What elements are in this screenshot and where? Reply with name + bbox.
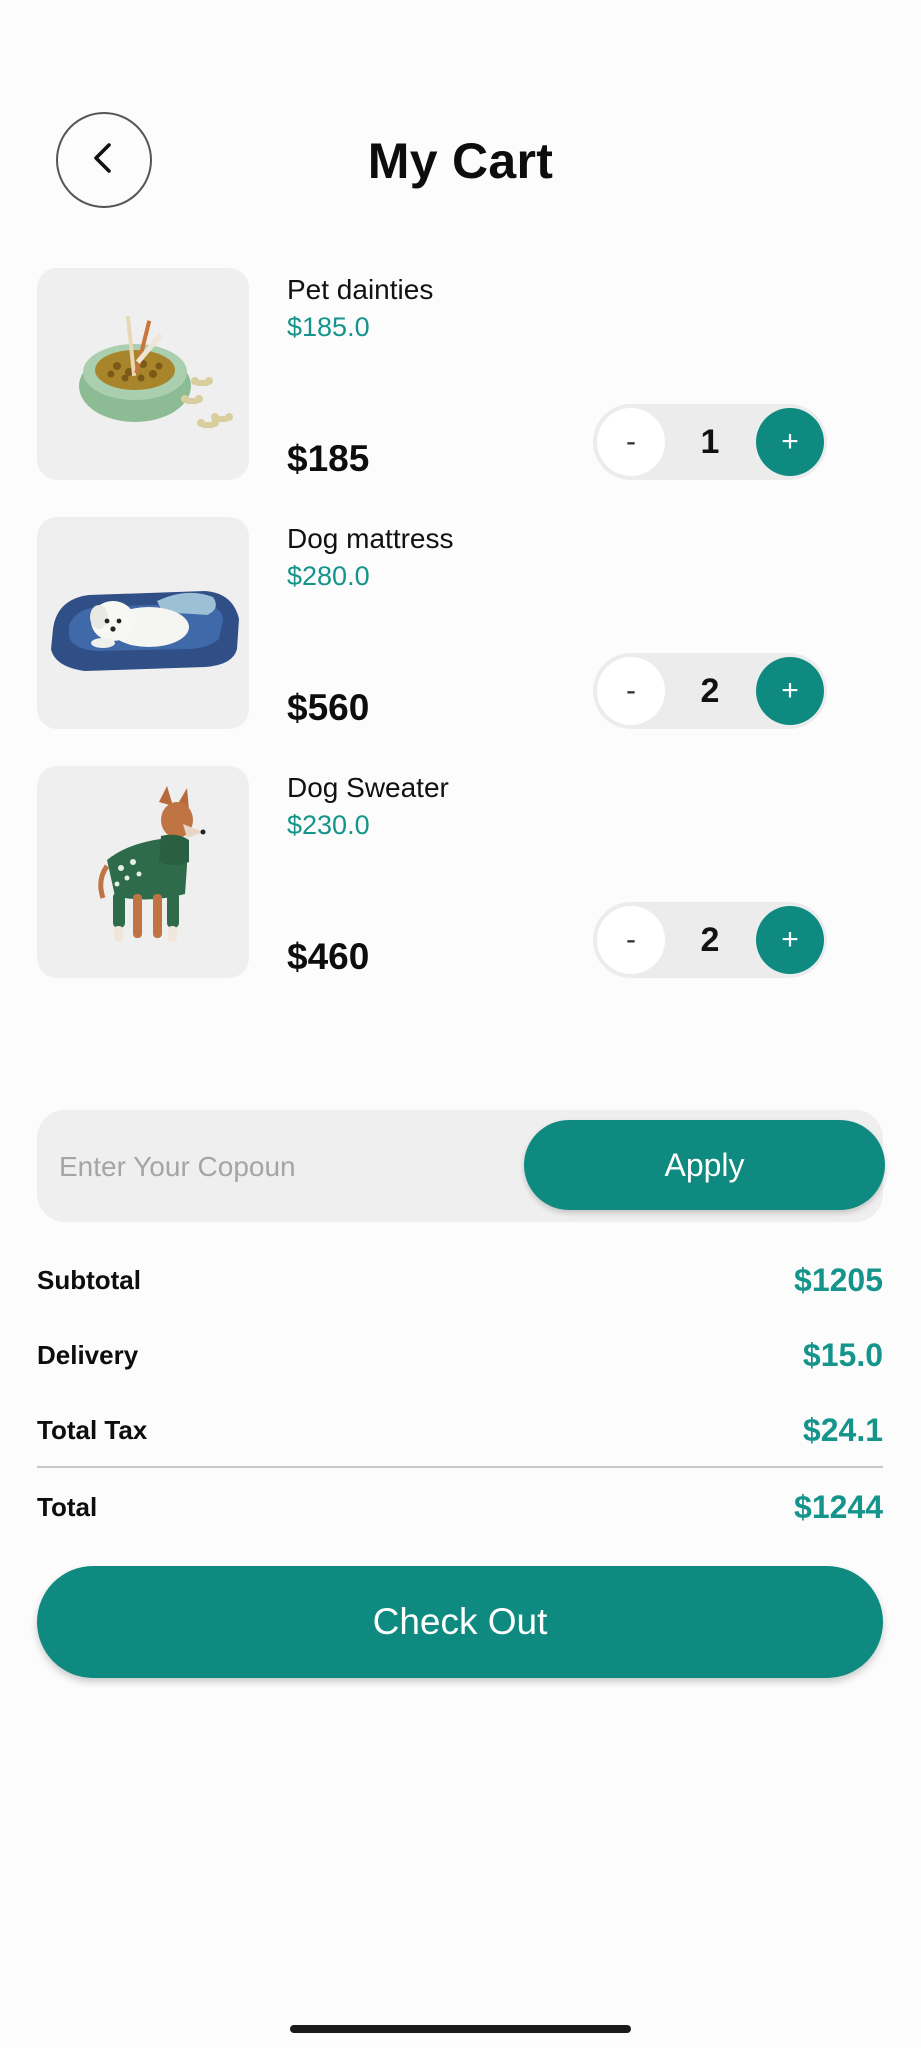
increase-quantity-button[interactable]: + (756, 657, 824, 725)
tax-label: Total Tax (37, 1415, 148, 1445)
checkout-button[interactable]: Check Out (37, 1566, 883, 1678)
line-total: $560 (287, 687, 370, 728)
page-title: My Cart (367, 133, 554, 189)
home-indicator[interactable] (290, 2025, 631, 2033)
decrease-quantity-button[interactable]: - (597, 906, 665, 974)
cart-item: Pet dainties $185.0 $185 - 1 + (0, 268, 921, 480)
unit-price: $185.0 (287, 312, 370, 342)
delivery-value: $15.0 (802, 1337, 883, 1373)
quantity-stepper: - 2 + (593, 902, 827, 978)
quantity-value: 1 (700, 422, 720, 461)
increase-quantity-button[interactable]: + (756, 408, 824, 476)
dog-mattress-image (51, 591, 239, 671)
subtotal-label: Subtotal (37, 1265, 141, 1295)
summary-divider (37, 1466, 883, 1468)
increase-quantity-button[interactable]: + (756, 906, 824, 974)
product-image[interactable] (37, 766, 249, 978)
subtotal-value: $1205 (794, 1262, 883, 1298)
cart-item: Dog Sweater $230.0 $460 - 2 + (0, 766, 921, 978)
tax-value: $24.1 (802, 1412, 883, 1448)
quantity-value: 2 (700, 671, 720, 710)
total-label: Total (37, 1492, 98, 1522)
delivery-label: Delivery (37, 1340, 139, 1370)
quantity-stepper: - 1 + (593, 404, 827, 480)
food-bowl-image (79, 315, 233, 428)
decrease-quantity-button[interactable]: - (597, 408, 665, 476)
unit-price: $230.0 (287, 810, 370, 840)
cart-item: Dog mattress $280.0 $560 - 2 + (0, 517, 921, 729)
total-value: $1244 (794, 1489, 883, 1525)
product-name: Pet dainties (287, 274, 434, 305)
coupon-input[interactable] (57, 1136, 521, 1198)
product-name: Dog Sweater (287, 772, 449, 803)
dog-sweater-image (98, 786, 206, 942)
quantity-value: 2 (700, 920, 720, 959)
line-total: $185 (287, 438, 370, 479)
quantity-stepper: - 2 + (593, 653, 827, 729)
product-image[interactable] (37, 268, 249, 480)
unit-price: $280.0 (287, 561, 370, 591)
product-image[interactable] (37, 517, 249, 729)
decrease-quantity-button[interactable]: - (597, 657, 665, 725)
coupon-box: Apply (37, 1110, 885, 1222)
apply-coupon-button[interactable]: Apply (524, 1120, 885, 1210)
product-name: Dog mattress (287, 523, 454, 554)
line-total: $460 (287, 936, 370, 977)
